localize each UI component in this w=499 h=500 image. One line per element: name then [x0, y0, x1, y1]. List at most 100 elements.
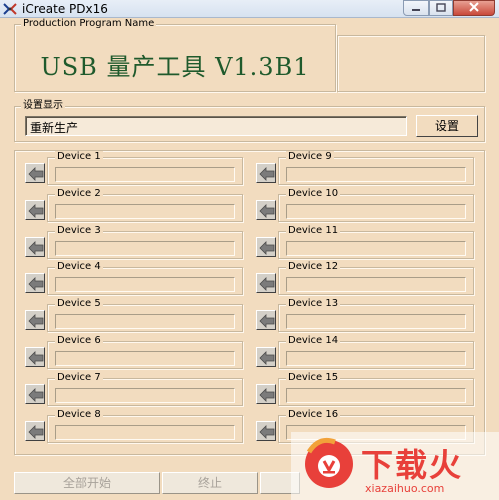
device-label: Device 15 [286, 371, 341, 384]
device-box: Device 11 [278, 224, 474, 259]
device-box: Device 12 [278, 261, 474, 296]
watermark-text: 下载火 [361, 446, 464, 484]
device-eject-button[interactable] [25, 420, 45, 441]
device-status-field [286, 387, 466, 403]
watermark-logo: 下载火 xiazaihuo.com [291, 432, 499, 500]
device-status-field [55, 203, 235, 219]
device-eject-button[interactable] [256, 236, 276, 257]
device-slot: Device 1 [15, 151, 245, 185]
devices-group: Device 1 Device 2 Device 3 Device 4 Device 5… [14, 150, 485, 455]
device-slot: Device 7 [15, 371, 245, 406]
device-status-field [286, 240, 466, 256]
device-slot: Device 9 [246, 151, 476, 185]
device-label: Device 11 [286, 224, 341, 237]
device-box: Device 3 [47, 224, 243, 259]
device-label: Device 10 [286, 187, 341, 200]
device-slot: Device 11 [246, 224, 476, 259]
device-slot: Device 13 [246, 298, 476, 333]
close-icon [469, 1, 479, 15]
start-all-button[interactable]: 全部开始 [14, 472, 160, 494]
device-slot: Device 3 [15, 224, 245, 259]
close-button[interactable] [453, 0, 495, 16]
device-label: Device 2 [55, 187, 103, 200]
device-status-field [55, 167, 235, 182]
device-slot: Device 2 [15, 187, 245, 222]
device-eject-button[interactable] [25, 383, 45, 404]
device-eject-button[interactable] [25, 199, 45, 220]
program-name-group-label: Production Program Name [21, 18, 157, 30]
device-label: Device 4 [55, 261, 103, 274]
device-status-field [55, 424, 235, 440]
device-eject-button[interactable] [256, 199, 276, 220]
device-label: Device 6 [55, 335, 103, 347]
device-slot: Device 4 [15, 261, 245, 296]
watermark-url: xiazaihuo.com [365, 482, 445, 495]
device-label: Device 13 [286, 298, 341, 311]
device-status-field [286, 277, 466, 293]
settings-group: 设置显示 重新生产 设置 [14, 100, 485, 142]
minimize-icon [411, 2, 421, 15]
stop-button[interactable]: 终止 [162, 472, 258, 494]
device-status-field [55, 277, 235, 293]
device-label: Device 16 [286, 408, 341, 421]
device-eject-button[interactable] [25, 236, 45, 257]
device-eject-button[interactable] [256, 163, 276, 183]
device-status-field [55, 351, 235, 366]
device-label: Device 3 [55, 224, 103, 237]
settings-group-label: 设置显示 [21, 100, 65, 112]
device-eject-button[interactable] [25, 347, 45, 367]
window-title: iCreate PDx16 [22, 2, 108, 16]
device-eject-button[interactable] [256, 420, 276, 441]
device-status-field [55, 240, 235, 256]
device-eject-button[interactable] [256, 273, 276, 294]
device-label: Device 14 [286, 335, 341, 347]
program-name-text: USB 量产工具 V1.3B1 [40, 53, 310, 81]
minimize-button[interactable] [403, 0, 429, 16]
device-label: Device 9 [286, 151, 334, 163]
device-status-field [55, 387, 235, 403]
program-extra-panel [337, 35, 485, 92]
device-slot: Device 14 [246, 335, 476, 369]
device-box: Device 7 [47, 371, 243, 406]
device-status-field [286, 203, 466, 219]
device-box: Device 4 [47, 261, 243, 296]
app-icon [3, 2, 17, 16]
settings-display-field: 重新生产 [25, 116, 407, 136]
device-box: Device 13 [278, 298, 474, 333]
device-box: Device 8 [47, 408, 243, 443]
device-eject-button[interactable] [25, 163, 45, 183]
device-slot: Device 8 [15, 408, 245, 443]
maximize-button[interactable] [429, 0, 453, 16]
device-box: Device 14 [278, 335, 474, 369]
device-box: Device 5 [47, 298, 243, 333]
settings-button[interactable]: 设置 [416, 115, 478, 137]
device-box: Device 10 [278, 187, 474, 222]
device-label: Device 7 [55, 371, 103, 384]
device-eject-button[interactable] [256, 383, 276, 404]
device-slot: Device 10 [246, 187, 476, 222]
device-eject-button[interactable] [25, 310, 45, 331]
device-slot: Device 6 [15, 335, 245, 369]
device-eject-button[interactable] [25, 273, 45, 294]
title-bar[interactable]: iCreate PDx16 [0, 0, 499, 18]
device-label: Device 12 [286, 261, 341, 274]
device-box: Device 15 [278, 371, 474, 406]
device-label: Device 5 [55, 298, 103, 311]
device-label: Device 8 [55, 408, 103, 421]
device-box: Device 1 [47, 151, 243, 185]
device-status-field [286, 351, 466, 366]
device-eject-button[interactable] [256, 347, 276, 367]
device-status-field [55, 314, 235, 330]
device-box: Device 2 [47, 187, 243, 222]
program-name-group: Production Program Name USB 量产工具 V1.3B1 [14, 18, 336, 92]
device-box: Device 6 [47, 335, 243, 369]
device-slot: Device 12 [246, 261, 476, 296]
device-slot: Device 15 [246, 371, 476, 406]
maximize-icon [436, 2, 446, 15]
device-eject-button[interactable] [256, 310, 276, 331]
device-label: Device 1 [55, 151, 103, 163]
device-box: Device 9 [278, 151, 474, 185]
device-slot: Device 5 [15, 298, 245, 333]
device-status-field [286, 314, 466, 330]
device-status-field [286, 167, 466, 182]
